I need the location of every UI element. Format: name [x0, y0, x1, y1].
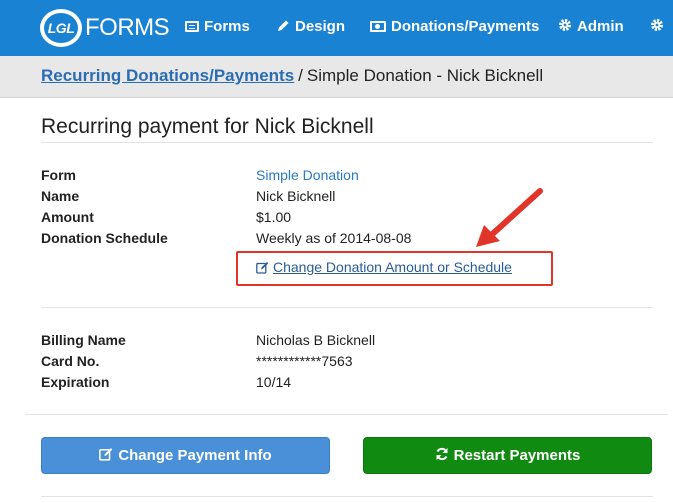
form-value-link[interactable]: Simple Donation — [256, 167, 359, 183]
change-donation-link[interactable]: Change Donation Amount or Schedule — [256, 259, 512, 275]
name-label: Name — [41, 188, 80, 204]
divider — [41, 142, 653, 143]
breadcrumb-current: Simple Donation - Nick Bicknell — [306, 66, 544, 85]
nav-donations-label: Donations/Payments — [391, 18, 540, 35]
name-value: Nick Bicknell — [256, 188, 336, 204]
money-icon — [370, 21, 386, 32]
logo-badge: LGL — [40, 9, 82, 47]
nav-forms[interactable]: Forms — [185, 18, 250, 35]
divider — [25, 414, 668, 415]
edit-icon — [256, 261, 269, 274]
edit-icon — [99, 447, 113, 464]
nav-settings[interactable] — [650, 18, 669, 35]
nav-donations-payments[interactable]: Donations/Payments — [370, 18, 539, 35]
gear-icon — [558, 18, 572, 35]
restart-payments-label: Restart Payments — [453, 447, 581, 464]
change-payment-info-button[interactable]: Change Payment Info — [41, 437, 330, 474]
restart-payments-button[interactable]: Restart Payments — [363, 437, 652, 474]
nav-design-label: Design — [295, 18, 346, 35]
amount-label: Amount — [41, 209, 94, 225]
nav-admin-label: Admin — [577, 18, 624, 35]
expiration-value: 10/14 — [256, 374, 292, 390]
breadcrumb: Recurring Donations/Payments / Simple Dona… — [41, 66, 543, 86]
card-number-label: Card No. — [41, 353, 100, 369]
nav-forms-label: Forms — [204, 18, 250, 35]
list-icon — [185, 21, 199, 32]
change-payment-info-label: Change Payment Info — [118, 447, 272, 464]
lgl-forms-logo[interactable]: LGL FORMS — [40, 9, 170, 47]
divider — [41, 307, 653, 308]
breadcrumb-bar: Recurring Donations/Payments / Simple Dona… — [0, 56, 673, 98]
annotation-arrow-icon — [476, 188, 543, 247]
card-number-value: ************7563 — [256, 353, 353, 369]
billing-name-value: Nicholas B Bicknell — [256, 332, 376, 348]
logo-text: FORMS — [85, 14, 170, 41]
divider — [41, 496, 653, 497]
change-donation-label: Change Donation Amount or Schedule — [273, 259, 512, 275]
page-title: Recurring payment for Nick Bicknell — [41, 115, 374, 138]
nav-design[interactable]: Design — [277, 18, 345, 35]
breadcrumb-recurring-link[interactable]: Recurring Donations/Payments — [41, 66, 294, 85]
refresh-icon — [435, 447, 449, 464]
pencil-icon — [277, 19, 290, 35]
form-label: Form — [41, 167, 76, 183]
billing-name-label: Billing Name — [41, 332, 126, 348]
logo-badge-text: LGL — [42, 11, 80, 45]
schedule-value: Weekly as of 2014-08-08 — [256, 230, 412, 246]
amount-value: $1.00 — [256, 209, 292, 225]
breadcrumb-separator: / — [298, 66, 303, 85]
schedule-label: Donation Schedule — [41, 230, 168, 246]
nav-admin[interactable]: Admin — [558, 18, 624, 35]
gear-icon — [650, 18, 664, 35]
top-navbar: LGL FORMS Forms Design Donations/Payment… — [0, 0, 673, 56]
expiration-label: Expiration — [41, 374, 110, 390]
